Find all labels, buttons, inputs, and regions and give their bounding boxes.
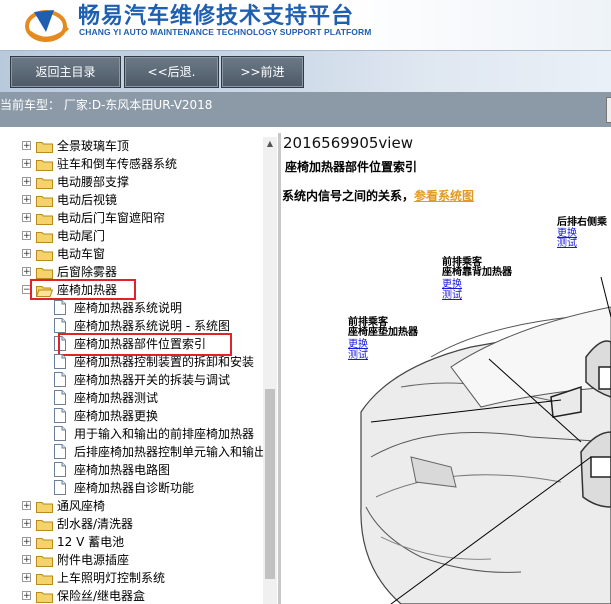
expand-icon[interactable]: + (22, 501, 31, 511)
tree-page-label: 用于输入和输出的前排座椅加热器 (74, 427, 255, 441)
folder-icon (36, 248, 53, 261)
folder-icon (36, 554, 53, 567)
system-relation-line: 系统内信号之间的关系，参看系统图 (282, 187, 474, 204)
tree-folder-label: 全景玻璃车顶 (57, 139, 130, 153)
app-subtitle: CHANG YI AUTO MAINTENANCE TECHNOLOGY SUP… (79, 27, 372, 37)
tree-folder-label: 上车照明灯控制系统 (57, 571, 166, 585)
scrollbar-thumb[interactable] (265, 389, 275, 579)
tree-folder-label: 电动腰部支撑 (57, 175, 130, 189)
document-page-icon (54, 462, 66, 477)
folder-icon (36, 230, 53, 243)
callout-front-back-replace-link[interactable]: 更换 (442, 279, 462, 290)
folder-icon (36, 590, 53, 603)
tree-page-label: 座椅加热器自诊断功能 (74, 481, 195, 495)
tree-folder-label: 驻车和倒车传感器系统 (57, 157, 178, 171)
tree-page-label: 座椅加热器控制装置的拆卸和安装 (74, 355, 255, 369)
folder-icon (36, 194, 53, 207)
folder-icon (36, 158, 53, 171)
expand-icon[interactable]: + (22, 591, 31, 601)
expand-icon[interactable]: + (22, 537, 31, 547)
tree-page-label: 座椅加热器系统说明 (74, 301, 183, 315)
relation-text: 系统内信号之间的关系， (282, 189, 415, 203)
document-page-icon (54, 444, 66, 459)
home-button[interactable]: 返回主目录 (10, 56, 121, 88)
folder-icon (36, 176, 53, 189)
expand-icon[interactable]: + (22, 555, 31, 565)
document-page-icon (54, 354, 66, 369)
scroll-up-arrow-icon[interactable]: ▲ (263, 137, 277, 151)
folder-icon (36, 536, 53, 549)
expand-icon[interactable]: + (22, 573, 31, 583)
document-title: 座椅加热器部件位置索引 (285, 160, 418, 174)
tree-folder-label: 保险丝/继电器盒 (57, 589, 146, 603)
folder-icon (36, 140, 53, 153)
back-button[interactable]: <<后退. (124, 56, 219, 88)
tree-folder-label: 附件电源插座 (57, 553, 130, 567)
expand-icon[interactable]: + (22, 159, 31, 169)
tree-page-label: 座椅加热器更换 (74, 409, 159, 423)
tree-page-label: 后排座椅加热器控制单元输入和输出 (74, 445, 267, 459)
expand-icon[interactable]: + (22, 141, 31, 151)
tree-folder-label: 电动车窗 (57, 247, 106, 261)
tree-folder-label: 通风座椅 (57, 499, 106, 513)
content-pane: 2016569905view 座椅加热器部件位置索引 系统内信号之间的关系，参看… (281, 133, 611, 604)
model-select-box[interactable] (606, 97, 611, 123)
tree-page-label: 座椅加热器开关的拆装与调试 (74, 373, 231, 387)
current-model-bar: 当前车型： 厂家:D-东风本田UR-V2018 (0, 92, 611, 127)
expand-icon[interactable]: + (22, 213, 31, 223)
tree-folder-label: 电动尾门 (57, 229, 106, 243)
component-location-diagram: 后排右侧乘 更换 测试 前排乘客 座椅靠背加热器 更换 测试 前排乘客 座椅座垫… (281, 207, 611, 604)
document-page-icon (54, 300, 66, 315)
callout-front-cushion-test-link[interactable]: 测试 (348, 350, 368, 361)
tree-page-label: 座椅加热器电路图 (74, 463, 171, 477)
document-page-icon (54, 372, 66, 387)
callout-front-back-test-link[interactable]: 测试 (442, 290, 462, 301)
app-header: 畅易汽车维修技术支持平台 CHANG YI AUTO MAINTENANCE T… (0, 0, 611, 50)
tree-folder-label: 电动后门车窗遮阳帘 (57, 211, 166, 225)
navigation-tree: + 全景玻璃车顶 + 驻车和倒车传感器系统 + 电动腰部支撑 + 电动后视镜 + 电动后门车窗遮阳… (0, 127, 278, 604)
document-page-icon (54, 426, 66, 441)
forward-button[interactable]: >>前进 (221, 56, 304, 88)
view-id: 2016569905view (283, 134, 413, 152)
document-page-icon (54, 408, 66, 423)
callout-front-cushion-replace-link[interactable]: 更换 (348, 339, 368, 350)
expand-icon[interactable]: + (22, 519, 31, 529)
highlight-box (30, 279, 136, 300)
expand-icon[interactable]: + (22, 195, 31, 205)
document-page-icon (54, 480, 66, 495)
tree-scrollbar[interactable]: ▲ (263, 137, 277, 604)
callout-front-back-name2: 座椅靠背加热器 (442, 267, 512, 278)
current-model-text: 当前车型： 厂家:D-东风本田UR-V2018 (0, 98, 213, 112)
expand-icon[interactable]: + (22, 267, 31, 277)
document-page-icon (54, 390, 66, 405)
expand-icon[interactable]: + (22, 231, 31, 241)
expand-icon[interactable]: + (22, 177, 31, 187)
callout-rear-right-name: 后排右侧乘 (557, 217, 607, 228)
app-title: 畅易汽车维修技术支持平台 (78, 4, 355, 29)
tree-folder-label: 12 V 蓄电池 (57, 535, 125, 549)
folder-icon (36, 518, 53, 531)
logo-icon (25, 10, 70, 42)
document-page-icon (54, 318, 66, 333)
callout-front-cushion-name2: 座椅座垫加热器 (348, 327, 418, 338)
callout-rear-right-test-link[interactable]: 测试 (557, 238, 577, 249)
folder-icon (36, 500, 53, 513)
folder-icon (36, 572, 53, 585)
folder-icon (36, 212, 53, 225)
tree-folder-label: 刮水器/清洗器 (57, 517, 134, 531)
tree-folder-label: 电动后视镜 (57, 193, 118, 207)
tree-page-label: 座椅加热器测试 (74, 391, 159, 405)
expand-icon[interactable]: + (22, 249, 31, 259)
system-diagram-link[interactable]: 参看系统图 (414, 189, 474, 203)
toolbar: 返回主目录 <<后退. >>前进 (0, 50, 611, 93)
folder-icon (36, 266, 53, 279)
